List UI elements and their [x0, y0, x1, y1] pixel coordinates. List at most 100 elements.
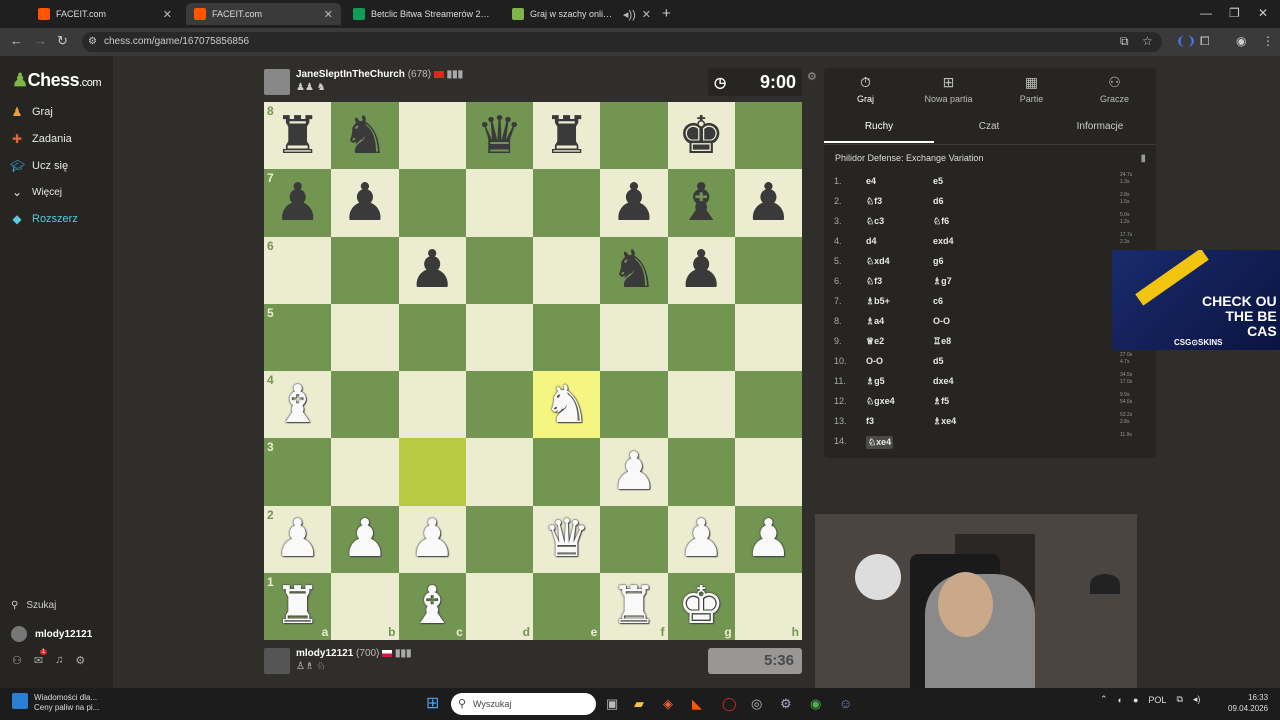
square-e8[interactable]: ♜ [533, 102, 601, 170]
square-b2[interactable]: ♟ [331, 505, 399, 573]
network-icon[interactable]: ⧉ [1176, 694, 1182, 705]
mic-icon[interactable]: ● [1133, 695, 1138, 705]
square-g7[interactable]: ♝ [667, 169, 735, 237]
square-d3[interactable] [465, 438, 533, 506]
tab-play[interactable]: ⏱ Graj [824, 74, 907, 104]
profile-icon[interactable]: ◉ [1236, 34, 1246, 48]
board-settings-icon[interactable]: ⚙ [807, 70, 817, 83]
friends-icon[interactable]: ⚇ [12, 654, 22, 667]
site-info-icon[interactable]: ⚙ [88, 32, 97, 52]
white-move[interactable]: ♗b5+ [866, 296, 890, 307]
white-queen-icon[interactable]: ♛ [543, 513, 590, 565]
sidebar-user[interactable]: mlody12121 [11, 626, 92, 642]
white-move[interactable]: ♕e2 [866, 336, 884, 347]
black-move[interactable]: c6 [933, 296, 943, 306]
white-king-icon[interactable]: ♚ [678, 580, 725, 632]
tray-app-icon[interactable]: ◐ [1118, 695, 1123, 705]
square-a4[interactable]: 4 ♝ [264, 371, 332, 439]
black-knight-icon[interactable]: ♞ [611, 244, 658, 296]
square-a2[interactable]: 2 ♟ [264, 505, 332, 573]
square-d1[interactable]: d [465, 572, 533, 640]
avatar[interactable] [264, 69, 290, 95]
white-move[interactable]: e4 [866, 176, 876, 186]
square-a7[interactable]: 7 ♟ [264, 169, 332, 237]
new-tab-icon[interactable]: + [662, 5, 671, 22]
chrome-icon[interactable]: ◉ [810, 696, 821, 712]
square-f1[interactable]: f ♜ [600, 572, 668, 640]
black-move[interactable]: dxe4 [933, 376, 954, 386]
sidebar-item-learn[interactable]: 🎓︎ Ucz się [10, 159, 68, 173]
black-pawn-icon[interactable]: ♟ [342, 177, 389, 229]
square-d5[interactable] [465, 303, 533, 371]
browser-tab[interactable]: Betclic Bitwa Streamerów 2 - A [345, 3, 500, 25]
white-move[interactable]: d4 [866, 236, 877, 246]
square-e3[interactable] [533, 438, 601, 506]
square-d2[interactable] [465, 505, 533, 573]
black-move[interactable]: d5 [933, 356, 944, 366]
square-c6[interactable]: ♟ [398, 236, 466, 304]
close-icon[interactable]: ✕ [163, 8, 172, 21]
black-pawn-icon[interactable]: ♟ [745, 177, 792, 229]
discord-icon[interactable]: ☺ [839, 696, 852, 712]
square-b6[interactable] [331, 236, 399, 304]
black-bishop-icon[interactable]: ♝ [678, 177, 725, 229]
black-move[interactable]: O-O [933, 316, 950, 326]
sidebar-item-more[interactable]: ⌄ Więcej [10, 185, 62, 199]
square-e7[interactable] [533, 169, 601, 237]
square-h4[interactable] [734, 371, 802, 439]
bookmark-star-icon[interactable]: ☆ [1142, 34, 1153, 48]
black-move[interactable]: ♗f5 [933, 396, 949, 407]
mail-icon[interactable]: ✉ 1 [34, 649, 48, 667]
square-c3[interactable] [398, 438, 466, 506]
square-b5[interactable] [331, 303, 399, 371]
sidebar-item-puzzles[interactable]: ✚ Zadania [10, 132, 72, 146]
square-f8[interactable] [600, 102, 668, 170]
white-move[interactable]: ♘xd4 [866, 256, 890, 267]
white-pawn-icon[interactable]: ♟ [678, 513, 725, 565]
square-g2[interactable]: ♟ [667, 505, 735, 573]
square-a3[interactable]: 3 [264, 438, 332, 506]
white-pawn-icon[interactable]: ♟ [409, 513, 456, 565]
white-pawn-icon[interactable]: ♟ [274, 513, 321, 565]
tab-new-game[interactable]: ⊞ Nowa partia [907, 74, 990, 104]
black-pawn-icon[interactable]: ♟ [274, 177, 321, 229]
sidebar-search[interactable]: ⚲ Szukaj [11, 600, 56, 611]
black-move[interactable]: ♗xe4 [933, 416, 956, 427]
close-icon[interactable]: ✕ [642, 8, 651, 21]
square-h3[interactable] [734, 438, 802, 506]
tab-games[interactable]: ▦ Partie [990, 74, 1073, 104]
white-rook-icon[interactable]: ♜ [611, 580, 658, 632]
csgo-skins-ad[interactable]: CHECK OU THE BE CAS CSG⊙SKINS [1112, 250, 1280, 350]
black-move[interactable]: exd4 [933, 236, 954, 246]
white-pawn-icon[interactable]: ♟ [611, 446, 658, 498]
white-rook-icon[interactable]: ♜ [274, 580, 321, 632]
sidebar-item-play[interactable]: ♟ Graj [10, 105, 53, 119]
black-king-icon[interactable]: ♚ [678, 110, 725, 162]
white-move[interactable]: ♘gxe4 [866, 396, 895, 407]
square-g8[interactable]: ♚ [667, 102, 735, 170]
close-icon[interactable]: ✕ [324, 8, 333, 21]
language-indicator[interactable]: POL [1148, 695, 1166, 705]
opera-icon[interactable]: ◯ [722, 696, 737, 712]
square-f7[interactable]: ♟ [600, 169, 668, 237]
browser-tab[interactable]: FACEIT.com ✕ [30, 3, 180, 25]
black-move[interactable]: e5 [933, 176, 943, 186]
brave-icon[interactable]: ◈ [663, 696, 673, 712]
square-e4[interactable]: ♞ [533, 371, 601, 439]
black-move[interactable]: ♗g7 [933, 276, 952, 287]
square-g1[interactable]: g ♚ [667, 572, 735, 640]
settings-icon[interactable]: ⚙ [75, 654, 85, 667]
square-b4[interactable] [331, 371, 399, 439]
taskbar-search[interactable]: ⚲ Wyszukaj [451, 693, 596, 715]
square-c2[interactable]: ♟ [398, 505, 466, 573]
menu-icon[interactable]: ⋮ [1262, 34, 1274, 48]
white-move[interactable]: ♘xe4 [866, 436, 894, 449]
settings-app-icon[interactable]: ⚙ [780, 696, 792, 712]
square-f4[interactable] [600, 371, 668, 439]
news-widget[interactable]: Wiadomości dla... Ceny paliw na pi... [12, 693, 99, 713]
square-h2[interactable]: ♟ [734, 505, 802, 573]
white-move[interactable]: ♗a4 [866, 316, 884, 327]
white-move[interactable]: ♘f3 [866, 276, 882, 287]
square-a8[interactable]: 8 ♜ [264, 102, 332, 170]
square-a6[interactable]: 6 [264, 236, 332, 304]
